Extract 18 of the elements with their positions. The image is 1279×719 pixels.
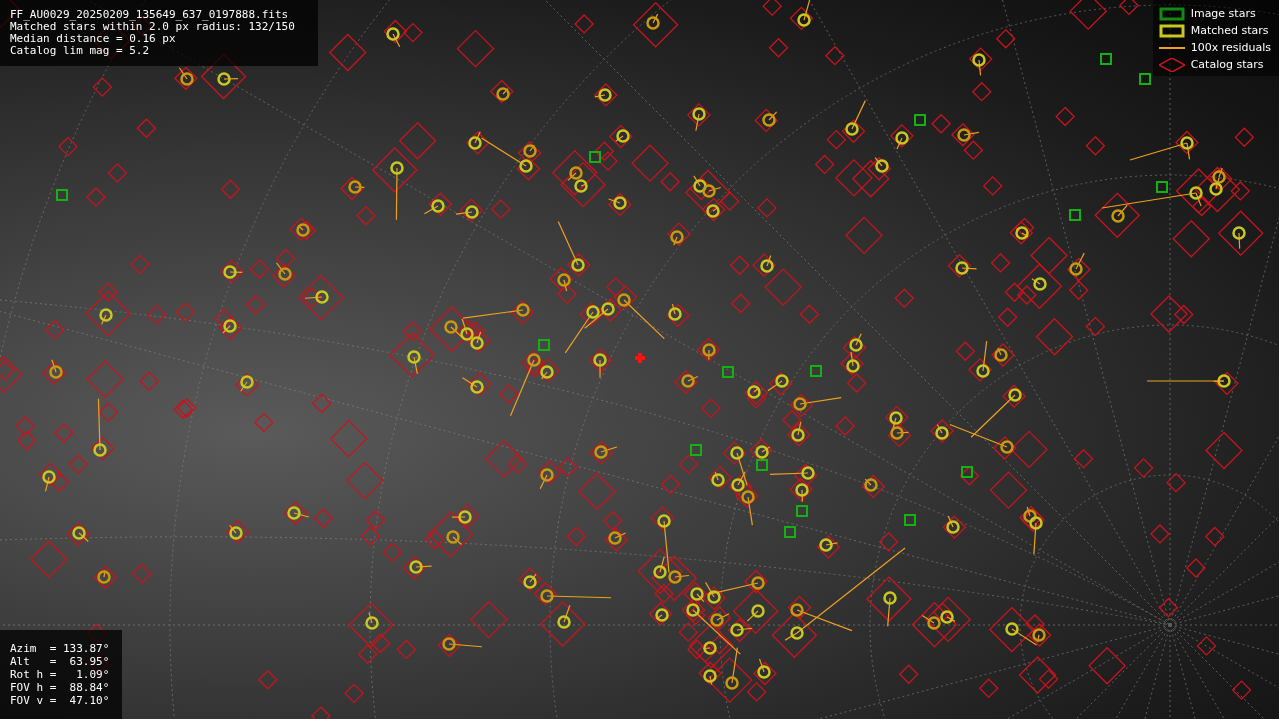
legend-label: 100x residuals xyxy=(1190,41,1271,54)
info-line: Catalog lim mag = 5.2 xyxy=(10,45,151,57)
info-line: Matched stars within 2.0 px radius: 132/150 xyxy=(10,21,296,33)
line-icon xyxy=(1158,46,1185,49)
pointing-line: FOV v = 47.10° xyxy=(10,694,111,707)
info-line: FF_AU0029_20250209_135649_637_0197888.fits xyxy=(10,9,290,21)
rectangle-icon xyxy=(1158,6,1185,21)
pointing-line: FOV h = 88.84° xyxy=(10,681,111,694)
pointing-line: Azim = 133.87° xyxy=(10,642,111,655)
pointing-line: Alt = 63.95° xyxy=(10,655,111,668)
center-cross-icon xyxy=(635,353,645,363)
diamond-icon xyxy=(1158,57,1185,72)
legend-label: Matched stars xyxy=(1190,24,1269,37)
pointing-line: Rot h = 1.09° xyxy=(10,668,111,681)
info-line: Median distance = 0.16 px xyxy=(10,33,177,45)
legend-label: Catalog stars xyxy=(1190,58,1264,71)
legend-label: Image stars xyxy=(1190,7,1256,20)
rectangle-icon xyxy=(1158,23,1185,38)
